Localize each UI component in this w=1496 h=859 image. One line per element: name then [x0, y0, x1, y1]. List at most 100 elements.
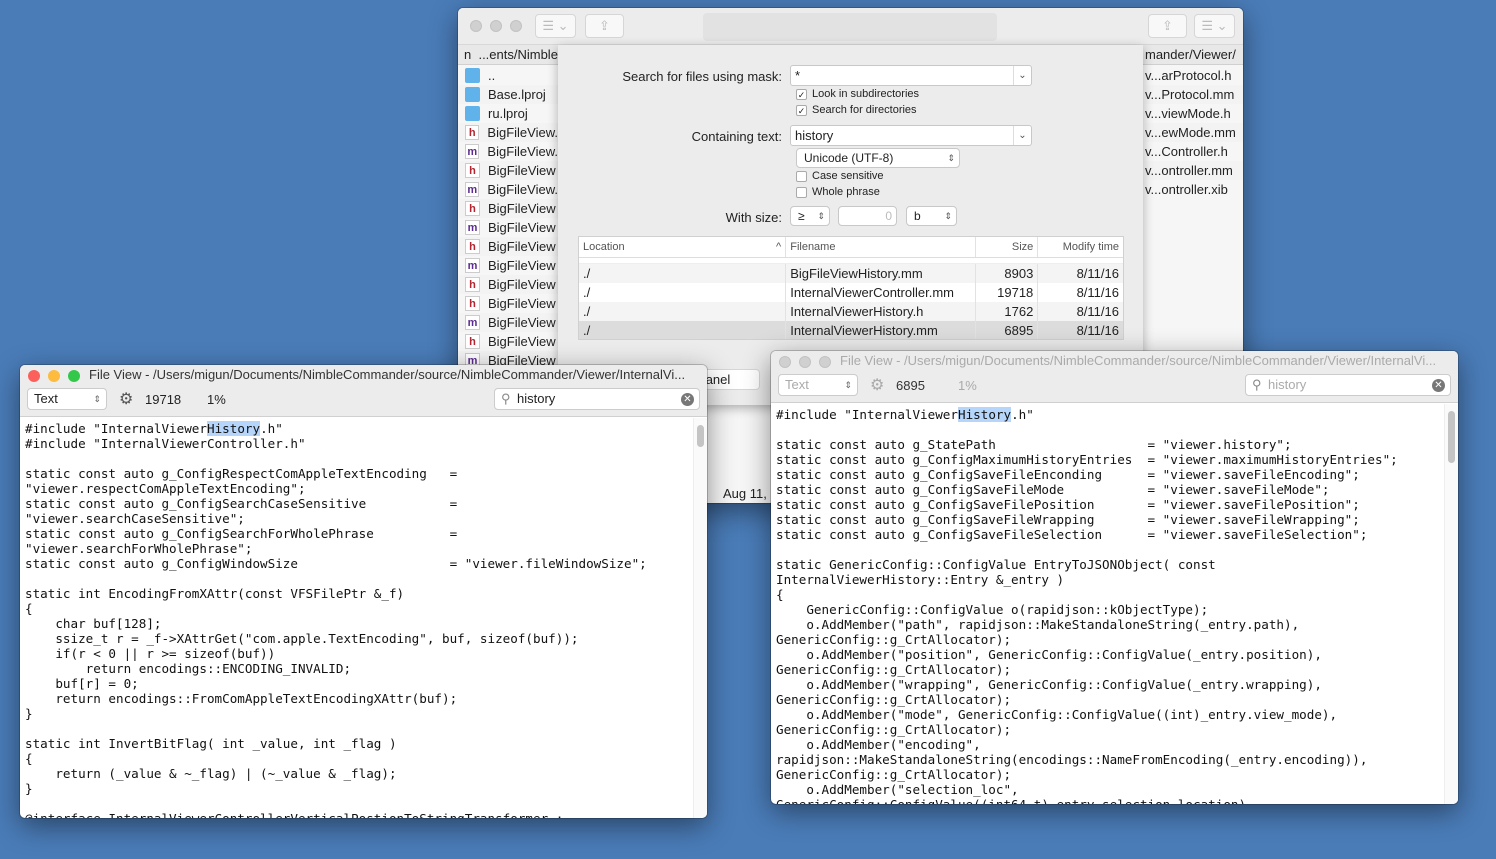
zoom-button[interactable]	[510, 20, 522, 32]
file-row[interactable]: h BigFileView.	[458, 123, 558, 142]
search-value: history	[1268, 377, 1307, 392]
code-line: {	[25, 751, 33, 766]
code-line: static GenericConfig::ConfigValue EntryT…	[776, 557, 1216, 572]
result-row[interactable]: ./InternalViewerHistory.h 1762 8/11/16	[579, 302, 1123, 321]
code-line: static const auto g_ConfigSaveFileMode =…	[776, 482, 1330, 497]
encoding-popup[interactable]: Unicode (UTF-8) ⇕	[796, 148, 960, 168]
result-time: 8/11/16	[1076, 323, 1119, 338]
left-path[interactable]: n ...ents/Nimble	[464, 45, 558, 65]
folder-icon	[465, 68, 480, 83]
look-in-subdirectories-checkbox[interactable]: ✓ Look in subdirectories	[796, 88, 919, 100]
checkbox-box	[796, 170, 807, 182]
containing-text-combobox[interactable]: history ⌄	[790, 125, 1032, 146]
vertical-scrollbar[interactable]	[693, 418, 707, 818]
share-button-right[interactable]: ⇪	[1148, 14, 1187, 38]
file-row[interactable]: h BigFileView	[458, 237, 558, 256]
view-mode-button[interactable]: ☰ ⌄	[535, 14, 576, 38]
file-row[interactable]: v...viewMode.h	[1145, 104, 1243, 123]
code-text: #include "InternalViewer	[776, 407, 958, 422]
gear-icon[interactable]: ⚙	[119, 389, 133, 409]
file-row[interactable]: h BigFileView	[458, 294, 558, 313]
file-name: BigFileView	[488, 315, 556, 330]
file-row[interactable]: v...Protocol.mm	[1145, 85, 1243, 104]
column-location[interactable]: Location ^	[579, 237, 787, 257]
minimize-button[interactable]	[48, 370, 60, 382]
column-modify-time[interactable]: Modify time	[1038, 237, 1123, 257]
vertical-scrollbar[interactable]	[1444, 404, 1458, 804]
scrollbar-thumb[interactable]	[697, 425, 704, 447]
zoom-button[interactable]	[68, 370, 80, 382]
code-line: static const auto g_ConfigMaximumHistory…	[776, 452, 1398, 467]
file-row[interactable]: Base.lproj	[458, 85, 558, 104]
minimize-button[interactable]	[799, 356, 811, 368]
file-row[interactable]: m BigFileView.	[458, 142, 558, 161]
right-path[interactable]: mander/Viewer/	[1145, 45, 1236, 65]
whole-phrase-checkbox[interactable]: Whole phrase	[796, 186, 880, 198]
minimize-button[interactable]	[490, 20, 502, 32]
result-row[interactable]: ./InternalViewerHistory.mm 6895 8/11/16	[579, 321, 1123, 339]
result-row[interactable]: ./InternalViewerController.mm 19718 8/11/1…	[579, 283, 1123, 302]
gear-icon[interactable]: ⚙	[870, 375, 884, 395]
code-line: #include "InternalViewerController.h"	[25, 436, 306, 451]
file-row[interactable]: m BigFileView	[458, 218, 558, 237]
results-table[interactable]: Location ^ Filename Size Modify time ./Bi…	[578, 236, 1124, 340]
file-row[interactable]: h BigFileView	[458, 275, 558, 294]
code-line: #include "InternalViewerHistory.h"	[776, 407, 1439, 422]
chevron-down-icon[interactable]: ⌄	[1013, 66, 1031, 85]
checkbox-label: Case sensitive	[812, 170, 884, 182]
mask-combobox[interactable]: * ⌄	[790, 65, 1032, 86]
chevron-down-icon[interactable]: ⌄	[1013, 126, 1031, 145]
close-button[interactable]	[779, 356, 791, 368]
file-row[interactable]: m BigFileView	[458, 256, 558, 275]
result-size: 19718	[976, 283, 1039, 302]
file-row[interactable]: v...ewMode.mm	[1145, 123, 1243, 142]
result-location: ./	[579, 264, 787, 283]
file-row[interactable]: v...Controller.h	[1145, 142, 1243, 161]
right-file-list[interactable]: v...arProtocol.h v...Protocol.mm v...viewM…	[1145, 66, 1243, 199]
clear-search-icon[interactable]: ✕	[1432, 379, 1445, 392]
size-unit-popup[interactable]: b ⇕	[906, 206, 957, 226]
code-line: static const auto g_ConfigSaveFileWrappi…	[776, 512, 1360, 527]
code-view[interactable]: #include "InternalViewerHistory.h" #inclu…	[20, 418, 693, 818]
search-for-directories-checkbox[interactable]: ✓ Search for directories	[796, 104, 917, 116]
code-line: }	[25, 706, 33, 721]
file-row[interactable]: ..	[458, 66, 558, 85]
close-button[interactable]	[28, 370, 40, 382]
file-row[interactable]: h BigFileView	[458, 161, 558, 180]
result-location: ./	[579, 321, 787, 339]
file-row[interactable]: m BigFileView	[458, 313, 558, 332]
file-row[interactable]: h BigFileView	[458, 199, 558, 218]
clear-search-icon[interactable]: ✕	[681, 393, 694, 406]
file-row[interactable]: h BigFileView	[458, 332, 558, 351]
code-view[interactable]: #include "InternalViewerHistory.h" static…	[771, 404, 1444, 804]
left-file-list[interactable]: .. Base.lproj ru.lproj h BigFileView. m BigFil…	[458, 66, 558, 370]
size-operator-popup[interactable]: ≥ ⇕	[790, 206, 830, 226]
scrollbar-thumb[interactable]	[1448, 411, 1455, 463]
column-size[interactable]: Size	[976, 237, 1039, 257]
file-name: BigFileView	[488, 334, 556, 349]
checkmark-icon: ✓	[796, 104, 807, 116]
search-field[interactable]: ⚲ history ✕	[1245, 374, 1451, 396]
code-line: "viewer.searchForWholePhrase";	[25, 541, 253, 556]
zoom-button[interactable]	[819, 356, 831, 368]
code-line: GenericConfig::g_CrtAllocator);	[776, 662, 1012, 677]
file-row[interactable]: ru.lproj	[458, 104, 558, 123]
code-line: GenericConfig::g_CrtAllocator);	[776, 692, 1012, 707]
size-value-field[interactable]: 0	[838, 206, 897, 226]
result-row[interactable]: ./BigFileViewHistory.mm 8903 8/11/16	[579, 264, 1123, 283]
view-mode-button-right[interactable]: ☰ ⌄	[1194, 14, 1235, 38]
file-row[interactable]: m BigFileView.	[458, 180, 558, 199]
column-filename[interactable]: Filename	[786, 237, 976, 257]
view-mode-select[interactable]: Text ⇕	[778, 374, 858, 396]
result-filename: InternalViewerHistory.mm	[786, 321, 976, 339]
close-button[interactable]	[470, 20, 482, 32]
result-filename: InternalViewerHistory.h	[786, 302, 976, 321]
file-row[interactable]: v...ontroller.mm	[1145, 161, 1243, 180]
share-button[interactable]: ⇪	[585, 14, 624, 38]
file-row[interactable]: v...ontroller.xib	[1145, 180, 1243, 199]
case-sensitive-checkbox[interactable]: Case sensitive	[796, 170, 884, 182]
view-mode-select[interactable]: Text ⇕	[27, 388, 107, 410]
file-row[interactable]: v...arProtocol.h	[1145, 66, 1243, 85]
search-field[interactable]: ⚲ history ✕	[494, 388, 700, 410]
